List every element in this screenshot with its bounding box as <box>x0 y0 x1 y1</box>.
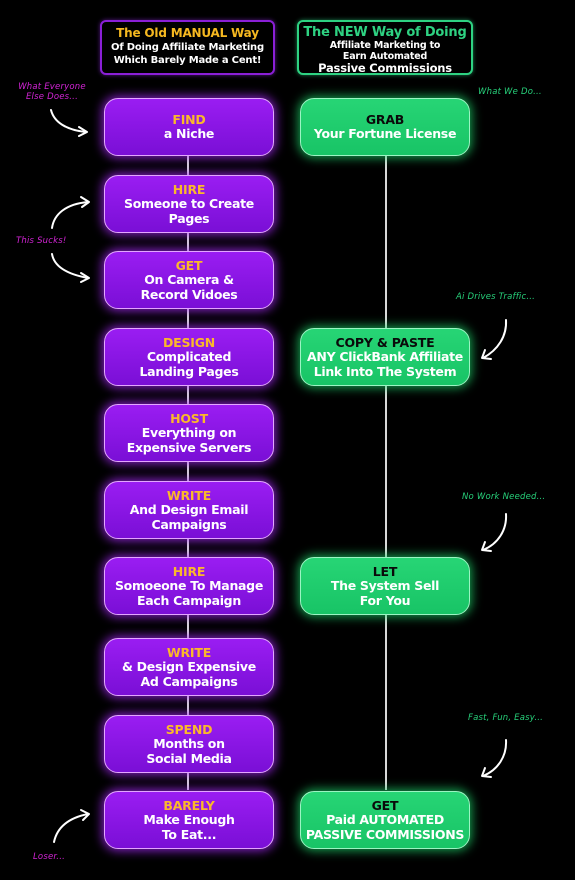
new-way-connector-line <box>385 150 387 790</box>
annotation-what-everyone-else-does: What Everyone Else Does... <box>18 82 86 102</box>
step-text: Make Enough <box>143 812 235 827</box>
step-text: Landing Pages <box>139 363 239 379</box>
new-way-subtitle-3: Passive Commissions <box>318 61 452 75</box>
old-step-hire-manage: HIRE Somoeone To Manage Each Campaign <box>104 557 274 615</box>
new-step-grab: GRAB Your Fortune License <box>300 98 470 156</box>
step-text: On Camera & <box>144 272 234 287</box>
step-text: And Design Email <box>129 502 249 517</box>
step-text: Paid AUTOMATED <box>326 812 444 827</box>
step-text: ANY ClickBank Affiliate <box>307 349 463 364</box>
new-step-let: LET The System Sell For You <box>300 557 470 615</box>
step-text: Social Media <box>146 750 232 766</box>
step-text: Someone to Create <box>124 196 254 211</box>
old-way-title: The Old MANUAL Way <box>116 26 259 40</box>
step-keyword: GET <box>371 798 399 813</box>
step-keyword: GET <box>175 258 203 273</box>
annotation-fast-fun-easy: Fast, Fun, Easy... <box>468 713 544 723</box>
step-text: PASSIVE COMMISSIONS <box>305 826 465 842</box>
step-text: Your Fortune License <box>313 126 457 142</box>
step-keyword: GRAB <box>365 112 405 128</box>
step-keyword: FIND <box>172 112 206 128</box>
step-keyword: LET <box>372 564 398 579</box>
old-step-spend: SPEND Months on Social Media <box>104 715 274 773</box>
step-text: Everything on <box>141 425 237 440</box>
arrow-to-get-paid-icon <box>481 739 508 778</box>
arrow-to-hire-icon <box>51 196 90 229</box>
step-text: Expensive Servers <box>126 439 252 455</box>
annotation-this-sucks: This Sucks! <box>16 236 67 246</box>
old-step-hire-pages: HIRE Someone to Create Pages <box>104 175 274 233</box>
old-step-barely: BARELY Make Enough To Eat... <box>104 791 274 849</box>
step-text: To Eat... <box>161 826 217 842</box>
step-text: Months on <box>153 736 225 751</box>
new-step-copy-paste: COPY & PASTE ANY ClickBank Affiliate Lin… <box>300 328 470 386</box>
arrow-to-find-icon <box>50 109 88 137</box>
arrow-to-copy-paste-icon <box>481 319 508 360</box>
old-way-header: The Old MANUAL Way Of Doing Affiliate Ma… <box>100 20 275 75</box>
step-text: For You <box>359 592 411 608</box>
new-step-get-paid: GET Paid AUTOMATED PASSIVE COMMISSIONS <box>300 791 470 849</box>
old-step-host: HOST Everything on Expensive Servers <box>104 404 274 462</box>
annotation-loser: Loser... <box>33 852 66 862</box>
old-step-find: FIND a Niche <box>104 98 274 156</box>
step-text: The System Sell <box>330 578 440 593</box>
step-keyword: SPEND <box>165 722 213 737</box>
step-keyword: DESIGN <box>162 335 216 350</box>
step-keyword: WRITE <box>166 645 212 660</box>
annotation-no-work-needed: No Work Needed... <box>462 492 546 502</box>
arrow-to-get-icon <box>51 253 90 283</box>
step-text: Ad Campaigns <box>140 673 238 689</box>
step-keyword: HIRE <box>172 564 206 579</box>
step-text: Complicated <box>146 349 232 364</box>
step-keyword: HIRE <box>172 182 206 197</box>
step-text: Record Vidoes <box>140 286 238 302</box>
arrow-to-let-icon <box>481 513 508 552</box>
step-keyword: HOST <box>170 411 208 426</box>
old-step-write-ads: WRITE & Design Expensive Ad Campaigns <box>104 638 274 696</box>
step-text: & Design Expensive <box>122 659 256 674</box>
step-text: Pages <box>168 210 210 226</box>
arrow-to-barely-icon <box>53 809 90 843</box>
new-way-title: The NEW Way of Doing <box>303 25 467 40</box>
new-way-subtitle-1: Affiliate Marketing to <box>329 40 441 51</box>
step-keyword: BARELY <box>163 798 215 813</box>
step-keyword: COPY & PASTE <box>335 335 435 350</box>
annotation-ai-drives-traffic: Ai Drives Traffic... <box>456 292 536 302</box>
old-way-subtitle-2: Which Barely Made a Cent! <box>113 55 262 66</box>
new-way-header: The NEW Way of Doing Affiliate Marketing… <box>297 20 473 75</box>
old-step-write-email: WRITE And Design Email Campaigns <box>104 481 274 539</box>
annotation-what-we-do: What We Do... <box>478 87 542 97</box>
step-text: Campaigns <box>151 516 227 532</box>
step-keyword: WRITE <box>166 488 212 503</box>
old-step-get-camera: GET On Camera & Record Vidoes <box>104 251 274 309</box>
old-way-subtitle-1: Of Doing Affiliate Marketing <box>111 42 264 53</box>
step-text: Each Campaign <box>137 592 241 608</box>
step-text: Somoeone To Manage <box>114 578 264 593</box>
old-step-design: DESIGN Complicated Landing Pages <box>104 328 274 386</box>
step-text: Link Into The System <box>313 363 457 379</box>
step-text: a Niche <box>163 126 215 142</box>
